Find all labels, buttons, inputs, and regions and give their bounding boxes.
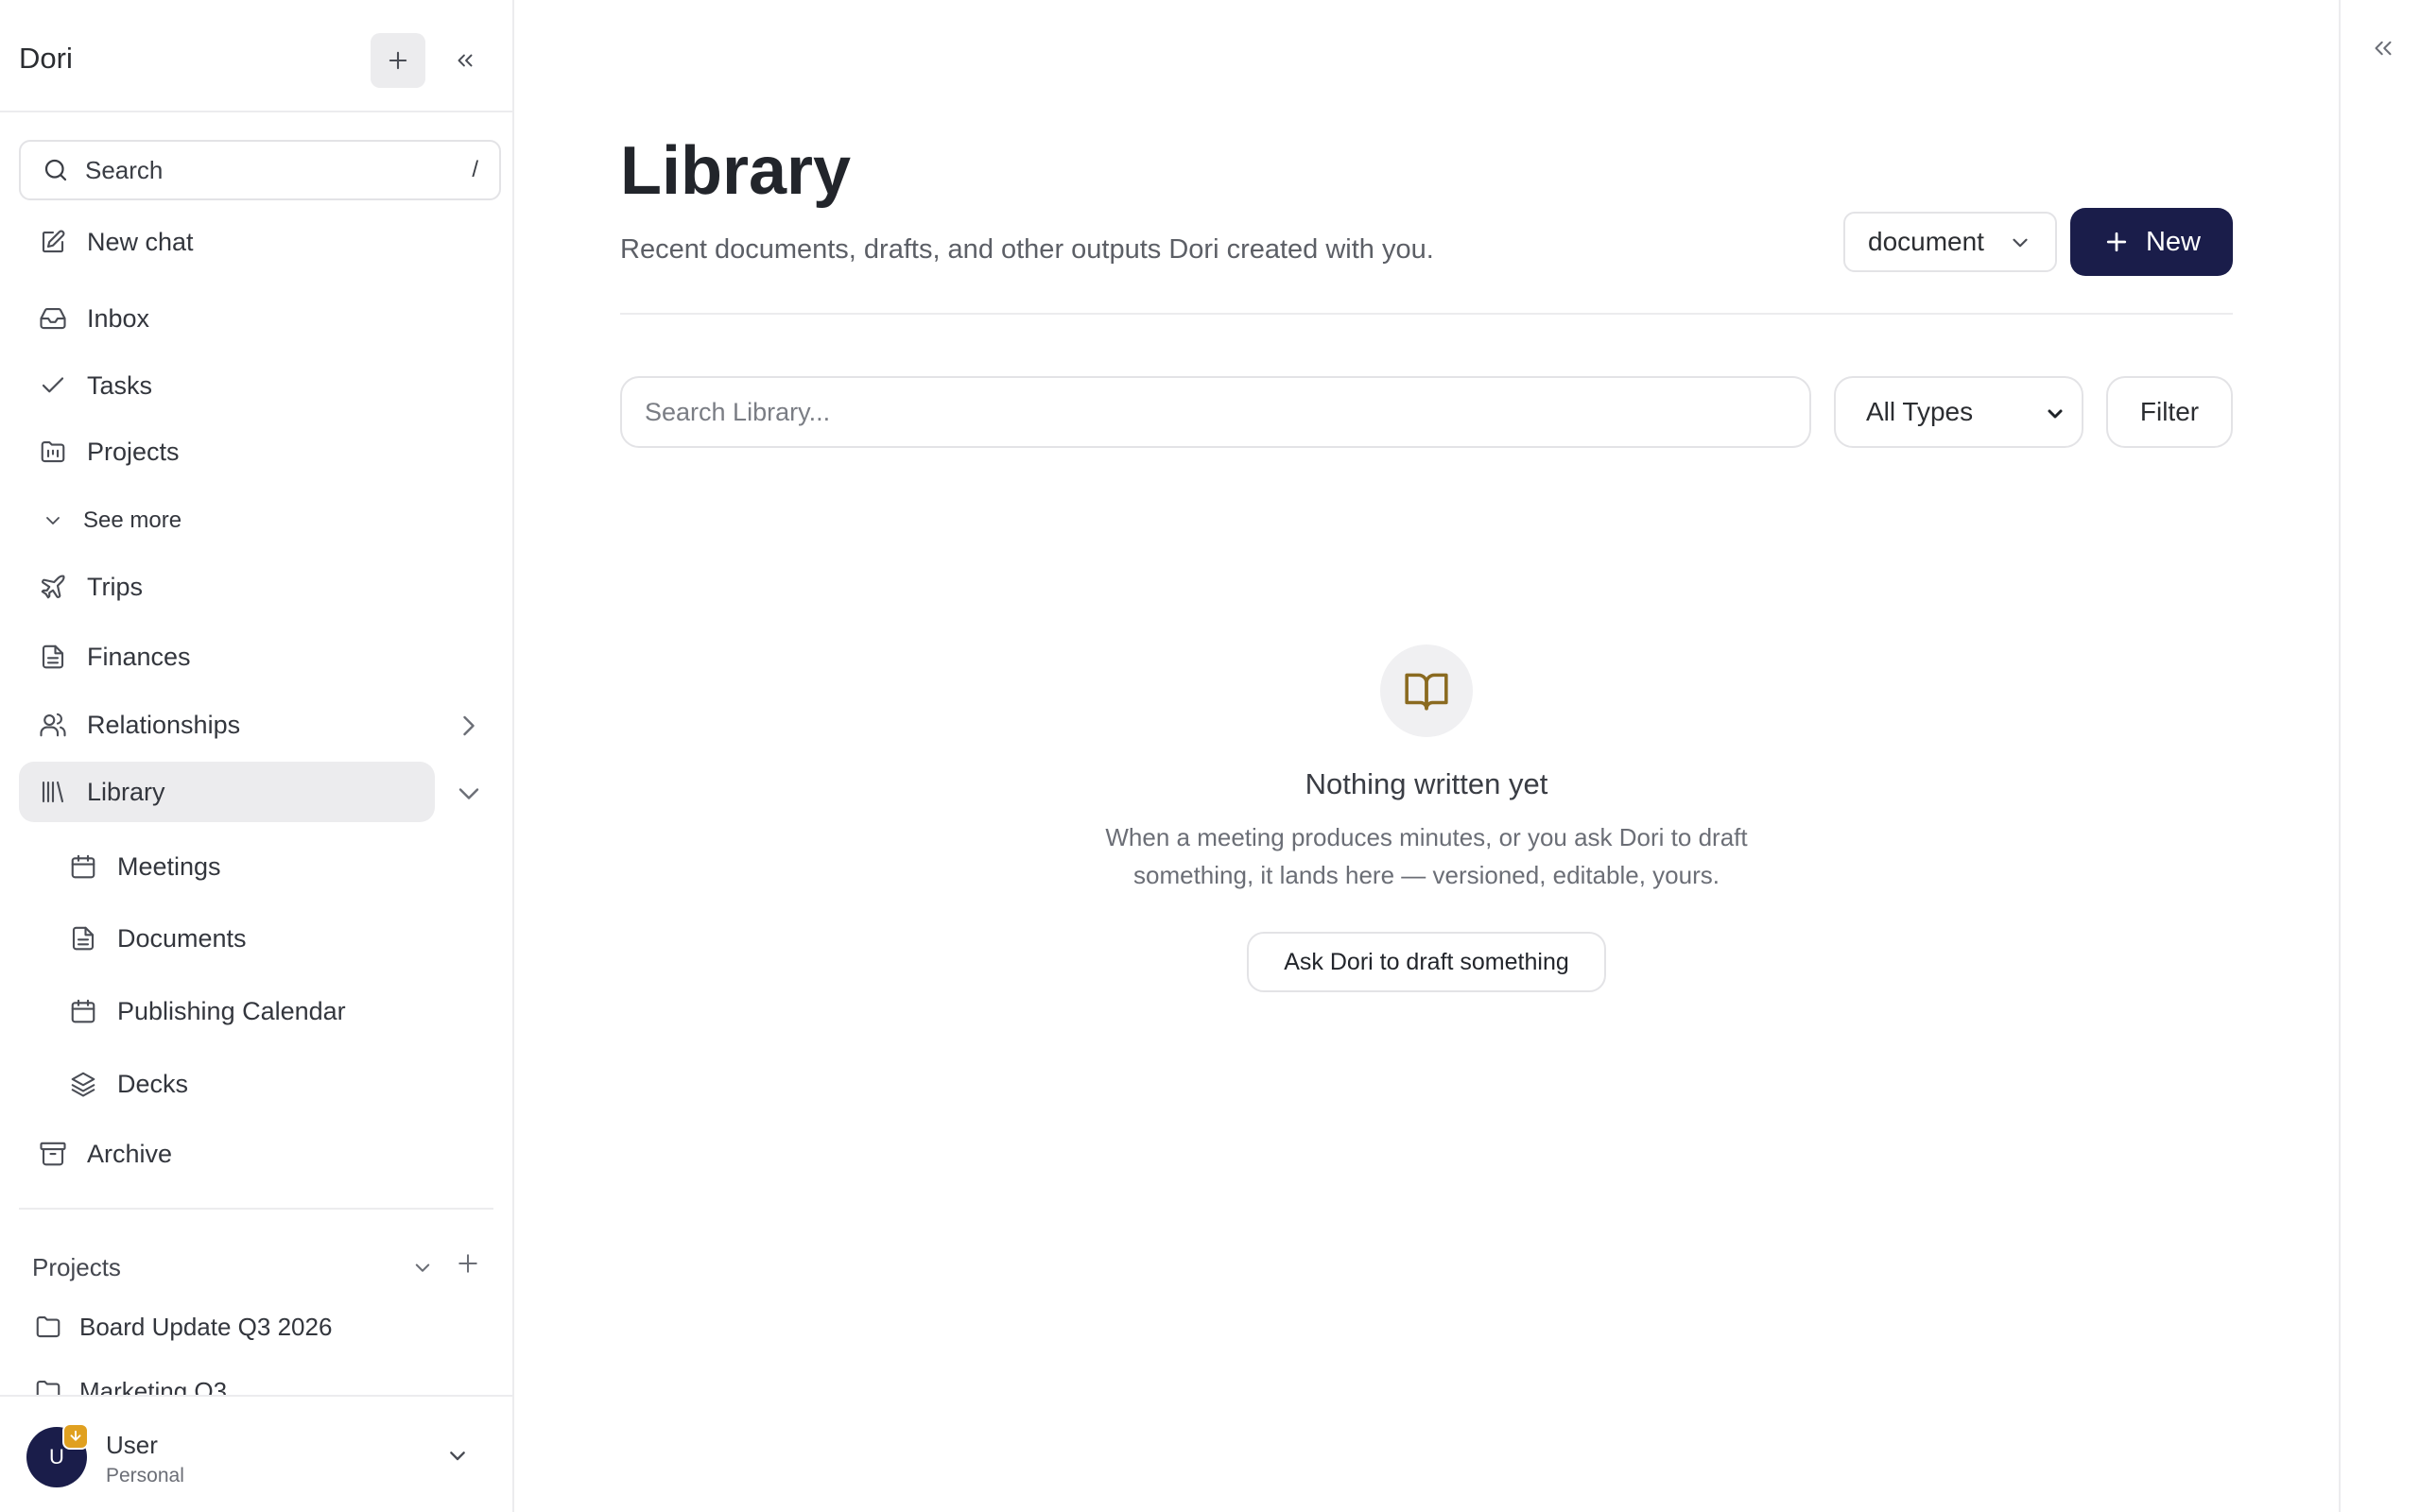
page-title: Library [620,133,852,209]
empty-state-title: Nothing written yet [1305,767,1548,800]
sidebar-item-archive[interactable]: Archive [19,1124,435,1184]
file-text-icon [36,640,70,674]
expand-relationships-chevron-right-icon[interactable] [452,709,486,743]
sidebar-item-label: Trips [87,572,143,601]
sidebar-item-label: Tasks [87,370,153,400]
empty-state-line: When a meeting produces minutes, or you … [1105,823,1748,851]
collapse-library-chevron-down-icon[interactable] [452,777,486,811]
sidebar-item-library[interactable]: Library [19,762,435,822]
ask-dori-draft-button[interactable]: Ask Dori to draft something [1247,932,1606,992]
download-badge-icon [62,1423,89,1450]
inbox-icon [36,301,70,335]
filter-button[interactable]: Filter [2106,376,2233,448]
user-menu[interactable]: U User Personal [0,1395,512,1512]
sidebar-item-tasks[interactable]: Tasks [19,355,435,416]
sidebar-item-documents[interactable]: Documents [49,908,446,969]
chevrons-left-icon [458,54,473,67]
sidebar-item-meetings[interactable]: Meetings [49,836,446,897]
sidebar-item-label: Meetings [117,851,221,881]
project-item[interactable]: Board Update Q3 2026 [19,1300,473,1353]
sidebar: Dori Search / New chat Inbox Tasks Proje… [0,0,514,1512]
sidebar-item-trips[interactable]: Trips [19,557,435,617]
calendar-icon [66,850,100,884]
type-filter-value: All Types [1866,397,1974,426]
sidebar-item-label: See more [83,507,182,533]
plus-icon [389,51,407,70]
archive-icon [36,1137,70,1171]
empty-state-line: something, it lands here — versioned, ed… [1132,861,1720,889]
library-search-input[interactable] [620,376,1811,448]
chevrons-left-icon[interactable] [2369,34,2397,62]
user-plan: Personal [106,1465,184,1486]
chevron-down-icon[interactable] [408,1253,437,1281]
search-icon [44,159,67,181]
document-type-dropdown[interactable]: document [1843,212,2057,272]
library-icon [36,775,70,809]
app-name: Dori [19,42,73,75]
project-item-label: Marketing Q3 [79,1376,228,1396]
project-item[interactable]: Marketing Q3 [19,1365,473,1395]
sidebar-search[interactable]: Search / [19,140,501,200]
plus-icon [2102,228,2131,256]
folder-icon [34,1377,62,1395]
right-panel-rail [2339,0,2420,1512]
projects-section-title: Projects [32,1253,121,1281]
sidebar-item-inbox[interactable]: Inbox [19,288,435,349]
search-shortcut: / [472,157,478,182]
projects-section: Projects Board Update Q3 2026 Marketing … [0,1210,512,1395]
sidebar-see-more[interactable]: See more [19,490,435,551]
sidebar-item-relationships[interactable]: Relationships [19,695,435,755]
sidebar-item-projects[interactable]: Projects [19,421,435,482]
main-content: Library Recent documents, drafts, and ot… [514,0,2339,1512]
sidebar-item-publishing-calendar[interactable]: Publishing Calendar [49,981,446,1041]
calendar-icon [66,994,100,1028]
file-text-icon [66,921,100,955]
chevron-down-icon [2044,403,2066,425]
sidebar-item-label: Projects [87,437,180,466]
sidebar-item-label: Documents [117,923,247,953]
edit-icon [36,225,70,259]
book-open-icon [1380,644,1473,737]
project-item-label: Board Update Q3 2026 [79,1312,333,1341]
sidebar-item-label: Archive [87,1139,173,1168]
document-type-value: document [1868,227,1984,256]
sidebar-item-label: New chat [87,227,194,256]
plane-icon [36,570,70,604]
sidebar-header: Dori [0,0,512,112]
empty-state-description: When a meeting produces minutes, or you … [1048,818,1805,894]
layers-icon [66,1067,100,1101]
check-icon [36,369,70,403]
sidebar-item-label: Publishing Calendar [117,996,346,1025]
sidebar-item-label: Library [87,777,165,806]
add-project-plus-icon[interactable] [454,1249,486,1281]
new-button[interactable]: New [2070,208,2233,276]
collapse-sidebar-button[interactable] [441,38,490,83]
users-icon [36,708,70,742]
sidebar-item-new-chat[interactable]: New chat [19,212,435,272]
sidebar-item-label: Relationships [87,710,241,739]
header-divider [620,313,2233,315]
sidebar-item-label: Inbox [87,303,150,333]
sidebar-item-finances[interactable]: Finances [19,627,435,687]
folder-icon [34,1313,62,1341]
type-filter-select[interactable]: All Types [1834,376,2083,448]
new-item-button[interactable] [371,33,425,88]
page-subtitle: Recent documents, drafts, and other outp… [620,234,1434,265]
sidebar-item-label: Decks [117,1069,189,1098]
chevron-down-icon [36,504,70,538]
search-label: Search [85,155,164,184]
chevron-down-icon[interactable] [442,1440,473,1470]
kanban-icon [36,435,70,469]
new-button-label: New [2145,226,2201,257]
chevron-down-icon [2008,231,2032,255]
sidebar-item-label: Finances [87,642,191,671]
user-name: User [106,1431,158,1459]
sidebar-item-decks[interactable]: Decks [49,1054,446,1114]
